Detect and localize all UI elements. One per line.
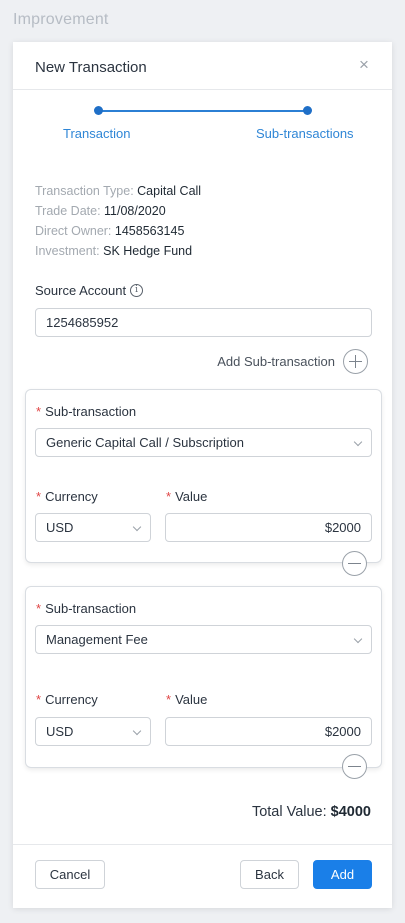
step-dot-transaction [94, 106, 103, 115]
page-title: Improvement [13, 11, 109, 28]
chevron-down-icon [353, 437, 363, 447]
cancel-button[interactable]: Cancel [35, 860, 105, 889]
source-account-label: Source Account [35, 283, 127, 298]
add-sub-transaction-label: Add Sub-transaction [217, 354, 335, 369]
direct-owner-value: 1458563145 [114, 224, 185, 238]
currency-label-text: Currency [45, 692, 98, 707]
transaction-type-row: Transaction Type: Capital Call [35, 181, 201, 201]
sub-transaction-selected: Generic Capital Call / Subscription [46, 435, 244, 450]
modal-header: New Transaction × [13, 42, 392, 90]
chevron-down-icon [132, 522, 142, 532]
sub-transaction-label-text: Sub-transaction [45, 404, 137, 419]
investment-row: Investment: SK Hedge Fund [35, 241, 201, 261]
required-mark: * [36, 404, 42, 419]
sub-transaction-select[interactable]: Management Fee [35, 625, 372, 654]
trade-date-row: Trade Date: 11/08/2020 [35, 201, 201, 221]
back-button[interactable]: Back [240, 860, 299, 889]
value-label-text: Value [175, 489, 208, 504]
value-input[interactable]: $2000 [165, 717, 372, 746]
total-value: Total Value: $4000 [252, 804, 371, 820]
trade-date-key: Trade Date: [35, 204, 101, 218]
chevron-down-icon [132, 726, 142, 736]
modal-footer: Cancel Back Add [13, 844, 392, 908]
value-label: * Value [166, 489, 207, 504]
trade-date-value: 11/08/2020 [104, 204, 166, 218]
currency-label: * Currency [36, 489, 98, 504]
direct-owner-key: Direct Owner: [35, 224, 112, 238]
sub-transaction-label-text: Sub-transaction [45, 601, 137, 616]
transaction-type-value: Capital Call [137, 184, 202, 198]
chevron-down-icon [353, 634, 363, 644]
transaction-type-key: Transaction Type: [35, 184, 134, 198]
close-icon[interactable]: × [354, 55, 374, 75]
currency-selected: USD [46, 520, 74, 535]
step-sub-transactions[interactable]: Sub-transactions [256, 126, 354, 141]
sub-transaction-label: * Sub-transaction [36, 404, 136, 419]
transaction-summary: Transaction Type: Capital Call Trade Dat… [35, 181, 201, 261]
new-transaction-modal: New Transaction × Transaction Sub-transa… [13, 42, 392, 908]
value-label: * Value [166, 692, 207, 707]
step-dot-sub-transactions [303, 106, 312, 115]
currency-label-text: Currency [45, 489, 98, 504]
value-label-text: Value [175, 692, 208, 707]
stepper: Transaction Sub-transactions [13, 90, 392, 150]
currency-select[interactable]: USD [35, 717, 151, 746]
minus-circle-icon[interactable] [342, 754, 367, 779]
info-icon[interactable]: i [130, 284, 144, 297]
sub-transaction-label: * Sub-transaction [36, 601, 136, 616]
plus-circle-icon[interactable] [343, 349, 368, 374]
required-mark: * [36, 692, 42, 707]
source-account-label-row: Source Account i [35, 283, 144, 298]
stepper-line [99, 110, 307, 112]
source-account-input[interactable]: 1254685952 [35, 308, 372, 337]
required-mark: * [36, 489, 42, 504]
total-value-label: Total Value: [251, 804, 327, 820]
investment-key: Investment: [35, 244, 100, 258]
currency-selected: USD [46, 724, 74, 739]
value-input[interactable]: $2000 [165, 513, 372, 542]
sub-transaction-selected: Management Fee [46, 632, 148, 647]
add-button[interactable]: Add [313, 860, 372, 889]
currency-select[interactable]: USD [35, 513, 151, 542]
currency-label: * Currency [36, 692, 98, 707]
direct-owner-row: Direct Owner: 1458563145 [35, 221, 201, 241]
required-mark: * [166, 692, 172, 707]
add-sub-transaction-button[interactable]: Add Sub-transaction [217, 349, 368, 374]
step-transaction[interactable]: Transaction [63, 126, 130, 141]
investment-value: SK Hedge Fund [103, 244, 193, 258]
required-mark: * [36, 601, 42, 616]
total-value-amount: $4000 [330, 804, 371, 820]
sub-transaction-card-1: * Sub-transaction Generic Capital Call / … [25, 389, 382, 576]
modal-title: New Transaction [35, 59, 147, 76]
sub-transaction-card-2: * Sub-transaction Management Fee * Currenc… [25, 586, 382, 779]
sub-transaction-select[interactable]: Generic Capital Call / Subscription [35, 428, 372, 457]
required-mark: * [166, 489, 172, 504]
minus-circle-icon[interactable] [342, 551, 367, 576]
